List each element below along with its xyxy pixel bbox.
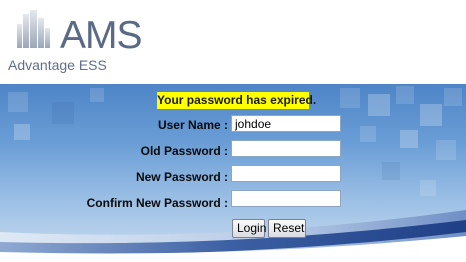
new-password-input[interactable] bbox=[231, 165, 341, 182]
confirm-password-label: Confirm New Password : bbox=[86, 196, 228, 210]
login-button[interactable]: Login bbox=[232, 219, 266, 238]
old-password-label: Old Password : bbox=[140, 144, 228, 158]
new-password-label: New Password : bbox=[135, 170, 228, 184]
reset-button[interactable]: Reset bbox=[268, 219, 306, 238]
header: AMS Advantage ESS bbox=[0, 0, 466, 82]
old-password-input[interactable] bbox=[231, 140, 341, 157]
username-input[interactable] bbox=[231, 115, 341, 132]
confirm-password-input[interactable] bbox=[231, 190, 341, 207]
city-buildings-icon bbox=[17, 10, 50, 48]
password-expired-message: Your password has expired. bbox=[157, 92, 317, 109]
logo-subtitle: Advantage ESS bbox=[8, 57, 107, 73]
username-label: User Name : bbox=[157, 118, 228, 132]
logo-title: AMS bbox=[60, 14, 143, 57]
